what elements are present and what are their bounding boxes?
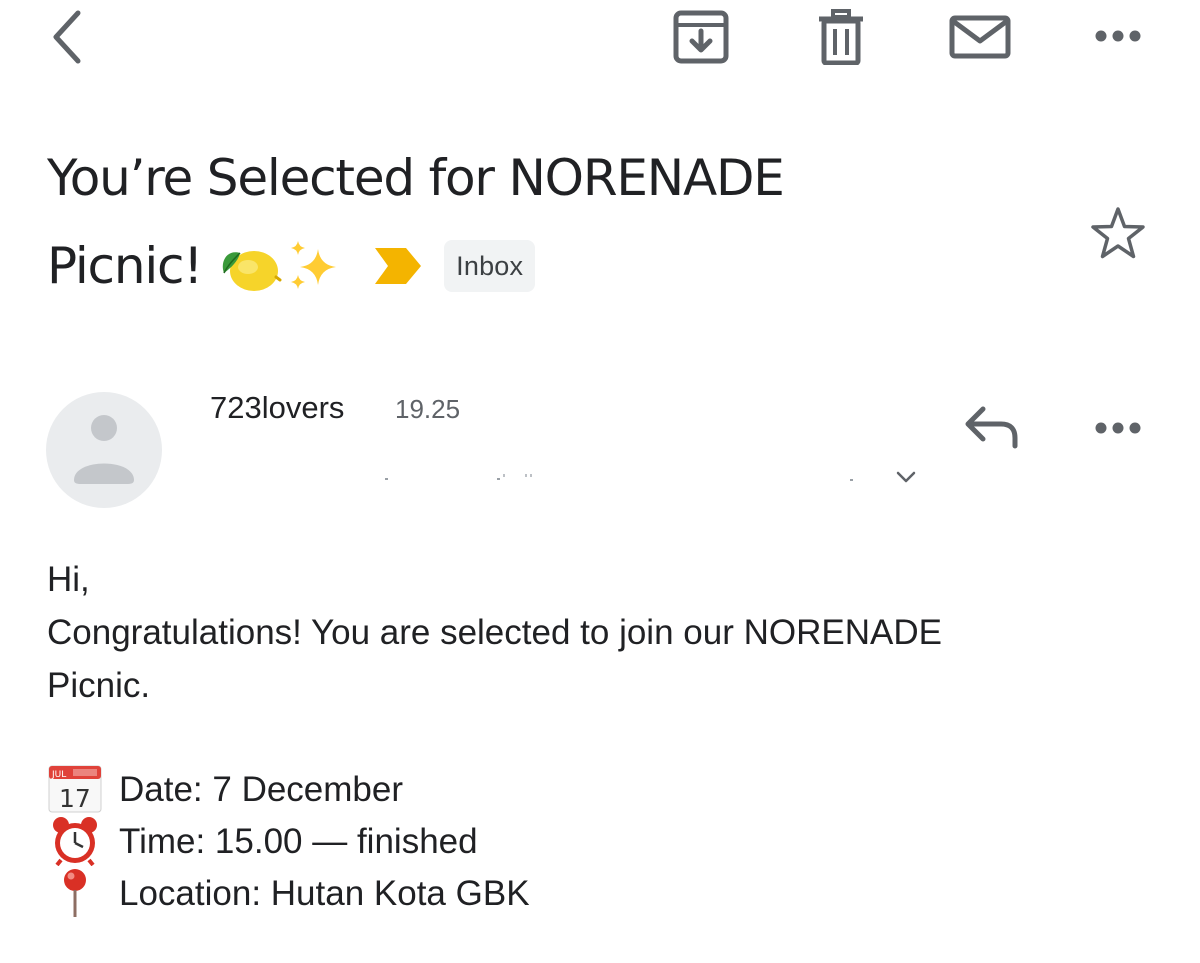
chevron-down-icon <box>896 471 916 483</box>
subject-line-2: Picnic! <box>47 237 203 295</box>
star-button[interactable] <box>1086 202 1150 264</box>
person-icon <box>74 415 134 484</box>
lemon-icon <box>222 251 282 291</box>
archive-icon <box>673 10 729 64</box>
event-date-text: Date: 7 December <box>119 769 404 809</box>
envelope-icon <box>949 15 1011 59</box>
expand-details-button[interactable] <box>888 462 924 492</box>
delete-button[interactable] <box>808 4 874 70</box>
chevron-left-icon <box>53 10 81 64</box>
event-time-text: Time: 15.00 — finished <box>119 821 478 861</box>
message-time: 19.25 <box>395 394 461 424</box>
event-location-line: Location: Hutan Kota GBK <box>47 867 1167 919</box>
star-outline-icon <box>1091 207 1145 259</box>
svg-text:JUL: JUL <box>51 770 66 780</box>
sparkles-icon <box>291 241 337 289</box>
calendar-icon: JUL 17 <box>48 765 102 813</box>
reply-icon <box>965 406 1018 449</box>
event-date-line: JUL 17 Date: 7 December <box>47 763 1167 815</box>
mark-unread-button[interactable] <box>944 4 1016 70</box>
svg-text:17: 17 <box>59 784 91 813</box>
archive-button[interactable] <box>668 4 734 70</box>
pushpin-icon <box>64 869 86 917</box>
email-subject: You’re Selected for NORENADE Picnic! Inb… <box>47 134 1047 310</box>
body-line-1: Congratulations! You are selected to joi… <box>47 613 942 652</box>
body-line-2: Picnic. <box>47 666 151 705</box>
more-horizontal-icon <box>1095 30 1141 42</box>
inbox-label-chip[interactable]: Inbox <box>444 240 536 292</box>
subject-line-1: You’re Selected for NORENADE <box>47 149 785 207</box>
back-button[interactable] <box>36 2 96 72</box>
email-body: Hi, Congratulations! You are selected to… <box>47 553 1167 919</box>
subject-line-2-row: Picnic! Inbox <box>47 222 1047 310</box>
email-view: You’re Selected for NORENADE Picnic! Inb… <box>0 0 1200 963</box>
event-time-line: Time: 15.00 — finished <box>47 815 1167 867</box>
reply-button[interactable] <box>958 398 1026 456</box>
recipients-redacted <box>385 474 853 481</box>
sender-avatar[interactable] <box>46 392 162 508</box>
message-more-button[interactable] <box>1088 410 1148 446</box>
alarm-clock-icon <box>53 817 97 866</box>
more-options-button[interactable] <box>1088 16 1148 56</box>
sender-name[interactable]: 723lovers <box>210 390 344 426</box>
more-horizontal-icon <box>1095 422 1141 434</box>
trash-icon <box>819 9 863 65</box>
event-location-text: Location: Hutan Kota GBK <box>119 873 530 913</box>
importance-marker-icon[interactable] <box>372 245 424 287</box>
greeting-text: Hi, <box>47 560 90 599</box>
